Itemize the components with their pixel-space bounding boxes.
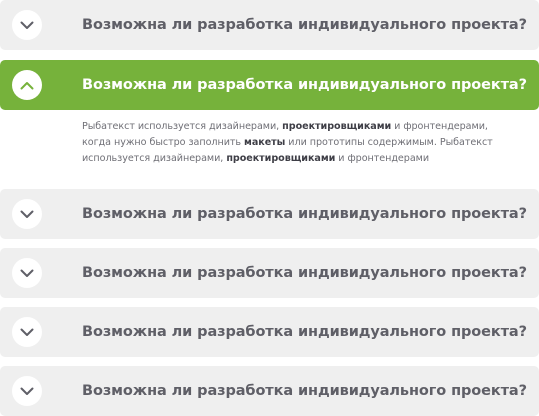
faq-item-6[interactable]: Возможна ли разработка индивидуального п…	[0, 366, 539, 416]
answer-text: и фронтендерами	[335, 153, 430, 164]
faq-toggle-button[interactable]	[12, 317, 42, 347]
answer-text: Рыбатекст используется дизайнерами,	[82, 121, 283, 132]
faq-question: Возможна ли разработка индивидуального п…	[82, 206, 527, 222]
faq-item-4[interactable]: Возможна ли разработка индивидуального п…	[0, 248, 539, 298]
faq-toggle-button[interactable]	[12, 10, 42, 40]
faq-item-3[interactable]: Возможна ли разработка индивидуального п…	[0, 189, 539, 239]
answer-bold-text: проектировщиками	[282, 121, 392, 132]
chevron-down-icon	[20, 387, 34, 395]
faq-question: Возможна ли разработка индивидуального п…	[82, 324, 527, 340]
chevron-down-icon	[20, 210, 34, 218]
faq-toggle-button[interactable]	[12, 70, 42, 100]
faq-answer: Рыбатекст используется дизайнерами, прое…	[82, 119, 512, 167]
faq-toggle-button[interactable]	[12, 199, 42, 229]
chevron-down-icon	[20, 328, 34, 336]
faq-question: Возможна ли разработка индивидуального п…	[82, 77, 527, 93]
faq-toggle-button[interactable]	[12, 258, 42, 288]
faq-toggle-button[interactable]	[12, 376, 42, 406]
chevron-up-icon	[20, 81, 34, 89]
faq-item-2-expanded[interactable]: Возможна ли разработка индивидуального п…	[0, 60, 539, 110]
answer-bold-text: проектировщиками	[226, 153, 336, 164]
faq-question: Возможна ли разработка индивидуального п…	[82, 265, 527, 281]
faq-question: Возможна ли разработка индивидуального п…	[82, 17, 527, 33]
faq-item-1[interactable]: Возможна ли разработка индивидуального п…	[0, 0, 539, 50]
faq-question: Возможна ли разработка индивидуального п…	[82, 383, 527, 399]
answer-bold-text: макеты	[244, 137, 286, 148]
chevron-down-icon	[20, 269, 34, 277]
faq-item-5[interactable]: Возможна ли разработка индивидуального п…	[0, 307, 539, 357]
faq-accordion: Возможна ли разработка индивидуального п…	[0, 0, 539, 416]
chevron-down-icon	[20, 21, 34, 29]
